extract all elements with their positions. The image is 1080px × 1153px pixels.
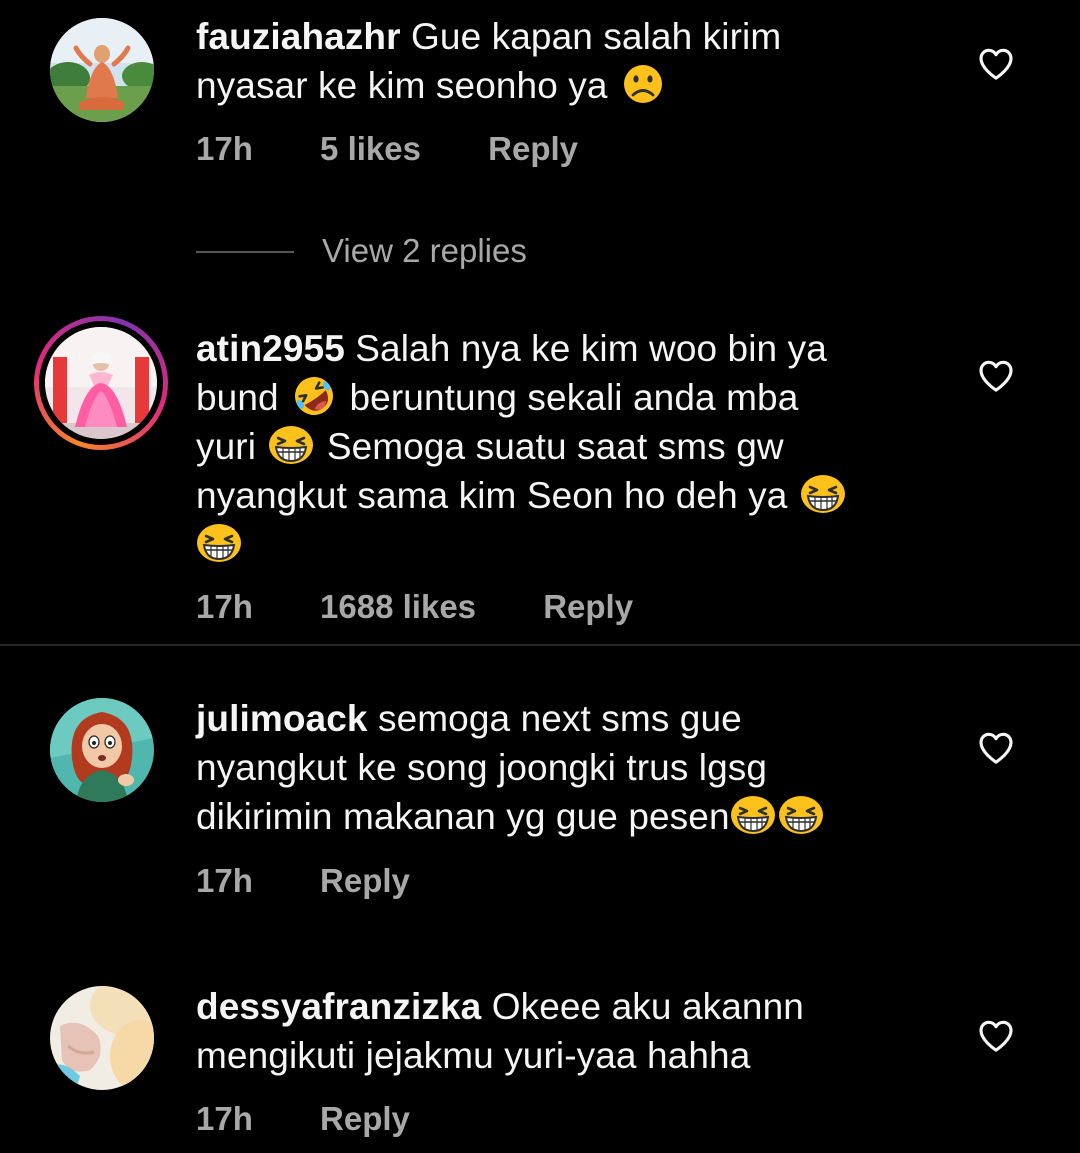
comment-body-line: dikirimin makanan yg gue pesen — [196, 796, 730, 837]
reply-button[interactable]: Reply — [320, 862, 410, 899]
heart-outline-icon[interactable] — [976, 728, 1016, 768]
username[interactable]: dessyafranzizka — [196, 986, 481, 1027]
comment-text: dessyafranzizka Okeee aku akannn mengiku… — [196, 982, 916, 1080]
avatar[interactable] — [50, 18, 154, 122]
heart-outline-icon[interactable] — [976, 44, 1016, 84]
comment-body-line: nyangkut ke song joongki trus lgsg — [196, 747, 768, 788]
avatar[interactable] — [50, 698, 154, 802]
comment-body-line: bund — [196, 377, 279, 418]
grinning-squinting-face-emoji-icon — [778, 795, 824, 835]
reply-button[interactable]: Reply — [543, 588, 633, 625]
replies-divider-line — [196, 251, 294, 253]
frowning-face-emoji-icon — [620, 64, 666, 104]
comment-body-line: Okeee aku akannn — [491, 986, 804, 1027]
username[interactable]: fauziahazhr — [196, 16, 401, 57]
comment-meta: 17h Reply — [196, 862, 468, 900]
comment-body-line: semoga next sms gue — [377, 698, 742, 739]
comment-text: fauziahazhr Gue kapan salah kirim nyasar… — [196, 12, 916, 110]
comment-divider — [0, 644, 1080, 646]
comment-body-line: Salah nya ke kim woo bin ya — [355, 328, 827, 369]
rolling-laughing-face-emoji-icon — [291, 376, 337, 416]
grinning-squinting-face-emoji-icon — [800, 474, 846, 514]
timestamp: 17h — [196, 130, 253, 167]
comment-text: julimoack semoga next sms gue nyangkut k… — [196, 694, 916, 841]
grinning-squinting-face-emoji-icon — [268, 425, 314, 465]
comment-body-line: beruntung sekali anda mba — [349, 377, 799, 418]
grinning-squinting-face-emoji-icon — [196, 523, 242, 563]
comment-body-line: mengikuti jejakmu yuri-yaa hahha — [196, 1035, 751, 1076]
comment-text: atin2955 Salah nya ke kim woo bin ya bun… — [196, 324, 916, 569]
comment-meta: 17h 5 likes Reply — [196, 130, 636, 168]
username[interactable]: julimoack — [196, 698, 368, 739]
comment-body-line: nyasar ke kim seonho ya — [196, 65, 608, 106]
comment-meta: 17h Reply — [196, 1100, 468, 1138]
reply-button[interactable]: Reply — [320, 1100, 410, 1137]
avatar[interactable] — [50, 986, 154, 1090]
comment-meta: 17h 1688 likes Reply — [196, 588, 691, 626]
heart-outline-icon[interactable] — [976, 356, 1016, 396]
like-count[interactable]: 1688 likes — [320, 588, 476, 625]
timestamp: 17h — [196, 1100, 253, 1137]
avatar — [45, 327, 157, 439]
comment-body-line: nyangkut sama kim Seon ho deh ya — [196, 475, 788, 516]
timestamp: 17h — [196, 862, 253, 899]
reply-button[interactable]: Reply — [488, 130, 578, 167]
view-replies-label: View 2 replies — [322, 232, 527, 269]
timestamp: 17h — [196, 588, 253, 625]
story-ring[interactable] — [34, 316, 168, 450]
like-count[interactable]: 5 likes — [320, 130, 421, 167]
view-replies-button[interactable]: View 2 replies — [196, 228, 696, 278]
comment-body-line: Gue kapan salah kirim — [411, 16, 782, 57]
username[interactable]: atin2955 — [196, 328, 345, 369]
grinning-squinting-face-emoji-icon — [730, 795, 776, 835]
comment-body-line: Semoga suatu saat sms gw — [326, 426, 784, 467]
comment-body-line: yuri — [196, 426, 257, 467]
heart-outline-icon[interactable] — [976, 1016, 1016, 1056]
